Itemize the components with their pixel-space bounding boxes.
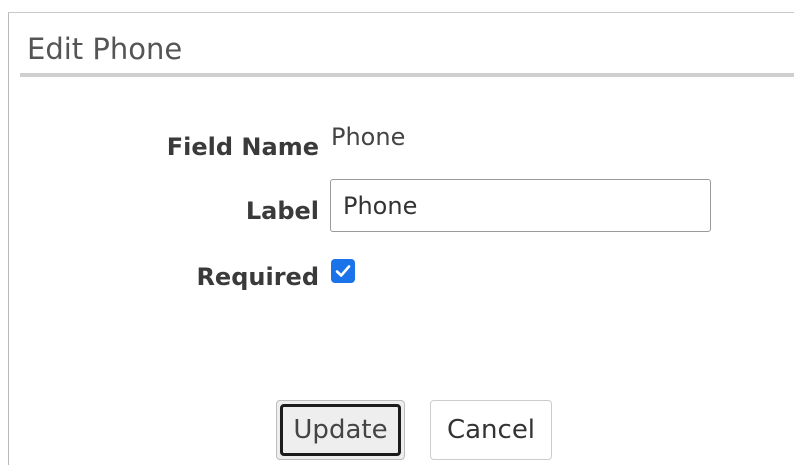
required-checkbox[interactable]	[331, 259, 355, 283]
checkmark-icon	[335, 265, 351, 277]
dialog-border-top	[8, 12, 794, 13]
field-name-value: Phone	[331, 123, 406, 151]
update-button[interactable]: Update	[276, 400, 405, 460]
title-divider	[20, 73, 794, 77]
field-name-label: Field Name	[166, 133, 319, 161]
required-label: Required	[196, 263, 319, 291]
edit-field-dialog: Edit Phone Field Name Phone Label Requir…	[0, 0, 794, 465]
label-field-label: Label	[245, 197, 319, 225]
label-input[interactable]	[330, 179, 711, 232]
update-button-label: Update	[280, 404, 401, 456]
cancel-button[interactable]: Cancel	[430, 400, 552, 460]
dialog-title: Edit Phone	[27, 32, 183, 66]
dialog-border-left	[8, 12, 9, 465]
